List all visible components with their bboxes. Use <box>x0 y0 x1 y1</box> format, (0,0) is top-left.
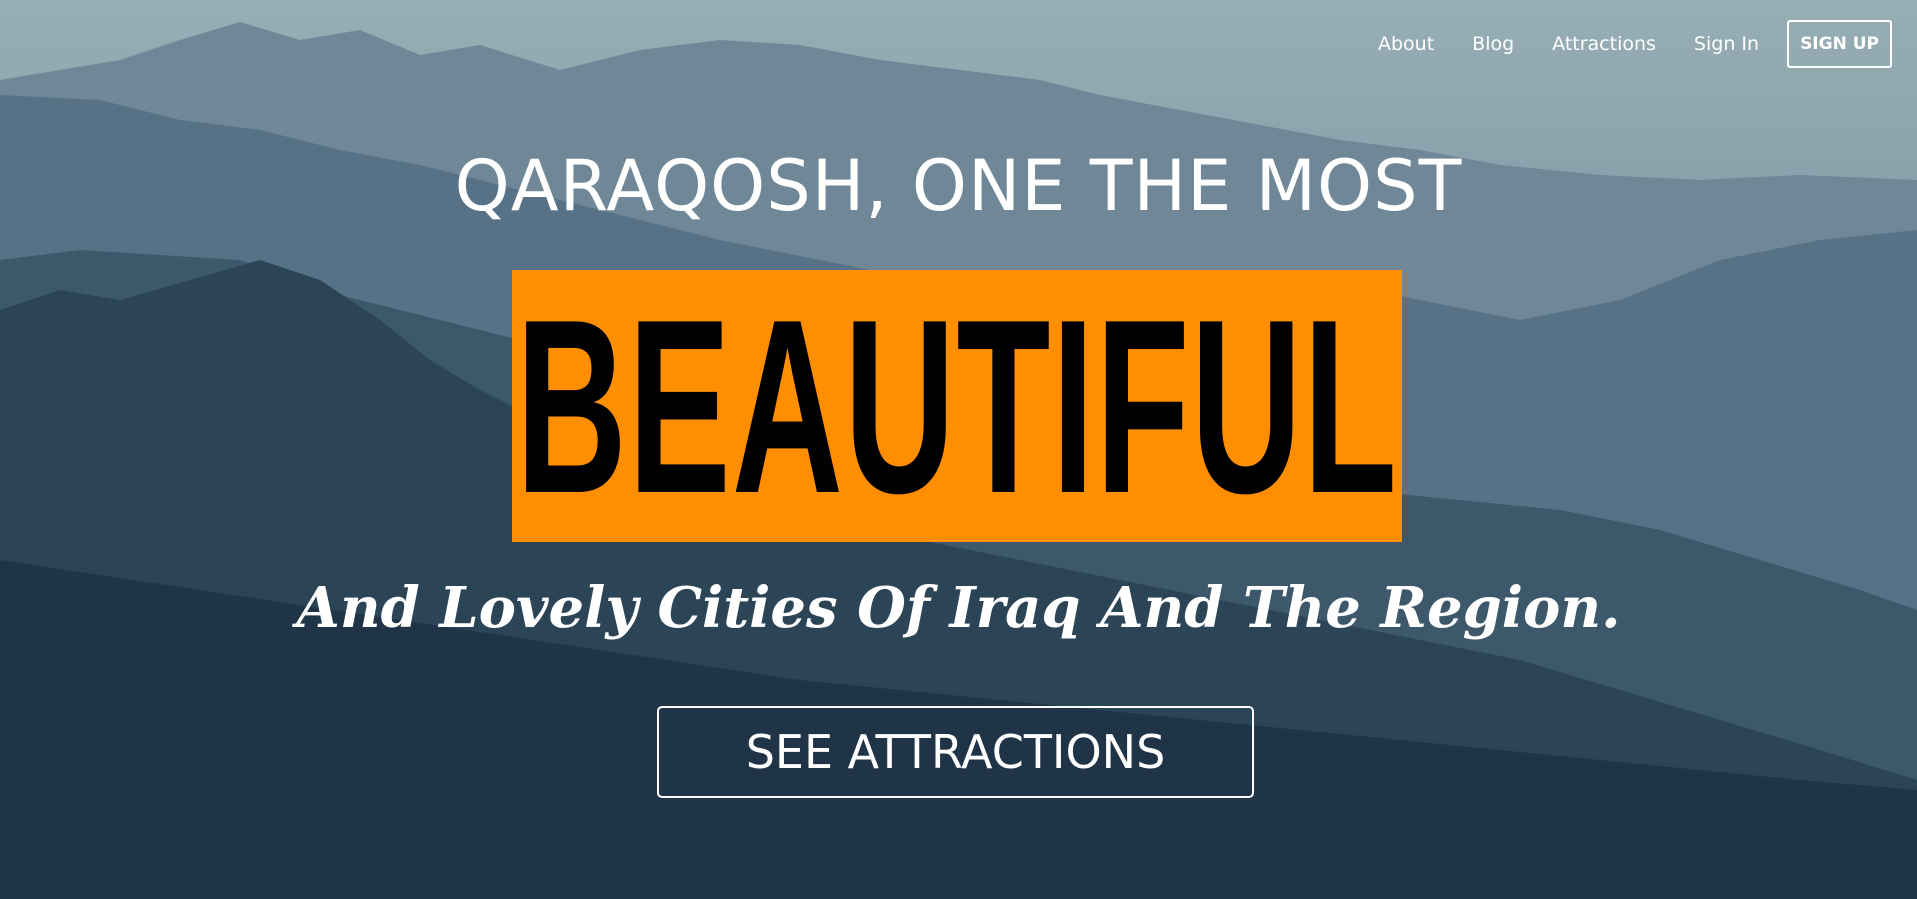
highlight-word: BEAUTIFUL <box>515 267 1399 545</box>
nav-link-sign-in[interactable]: Sign In <box>1694 33 1759 55</box>
top-navigation: About Blog Attractions Sign In SIGN UP <box>1340 20 1892 68</box>
see-attractions-button[interactable]: SEE ATTRACTIONS <box>657 706 1254 798</box>
hero-subline: And Lovely Cities Of Iraq And The Region… <box>296 575 1621 641</box>
nav-link-attractions[interactable]: Attractions <box>1552 33 1656 55</box>
nav-link-about[interactable]: About <box>1378 33 1434 55</box>
hero-headline: QARAQOSH, ONE THE MOST <box>454 145 1463 227</box>
sign-up-button[interactable]: SIGN UP <box>1787 20 1892 68</box>
nav-link-blog[interactable]: Blog <box>1472 33 1514 55</box>
